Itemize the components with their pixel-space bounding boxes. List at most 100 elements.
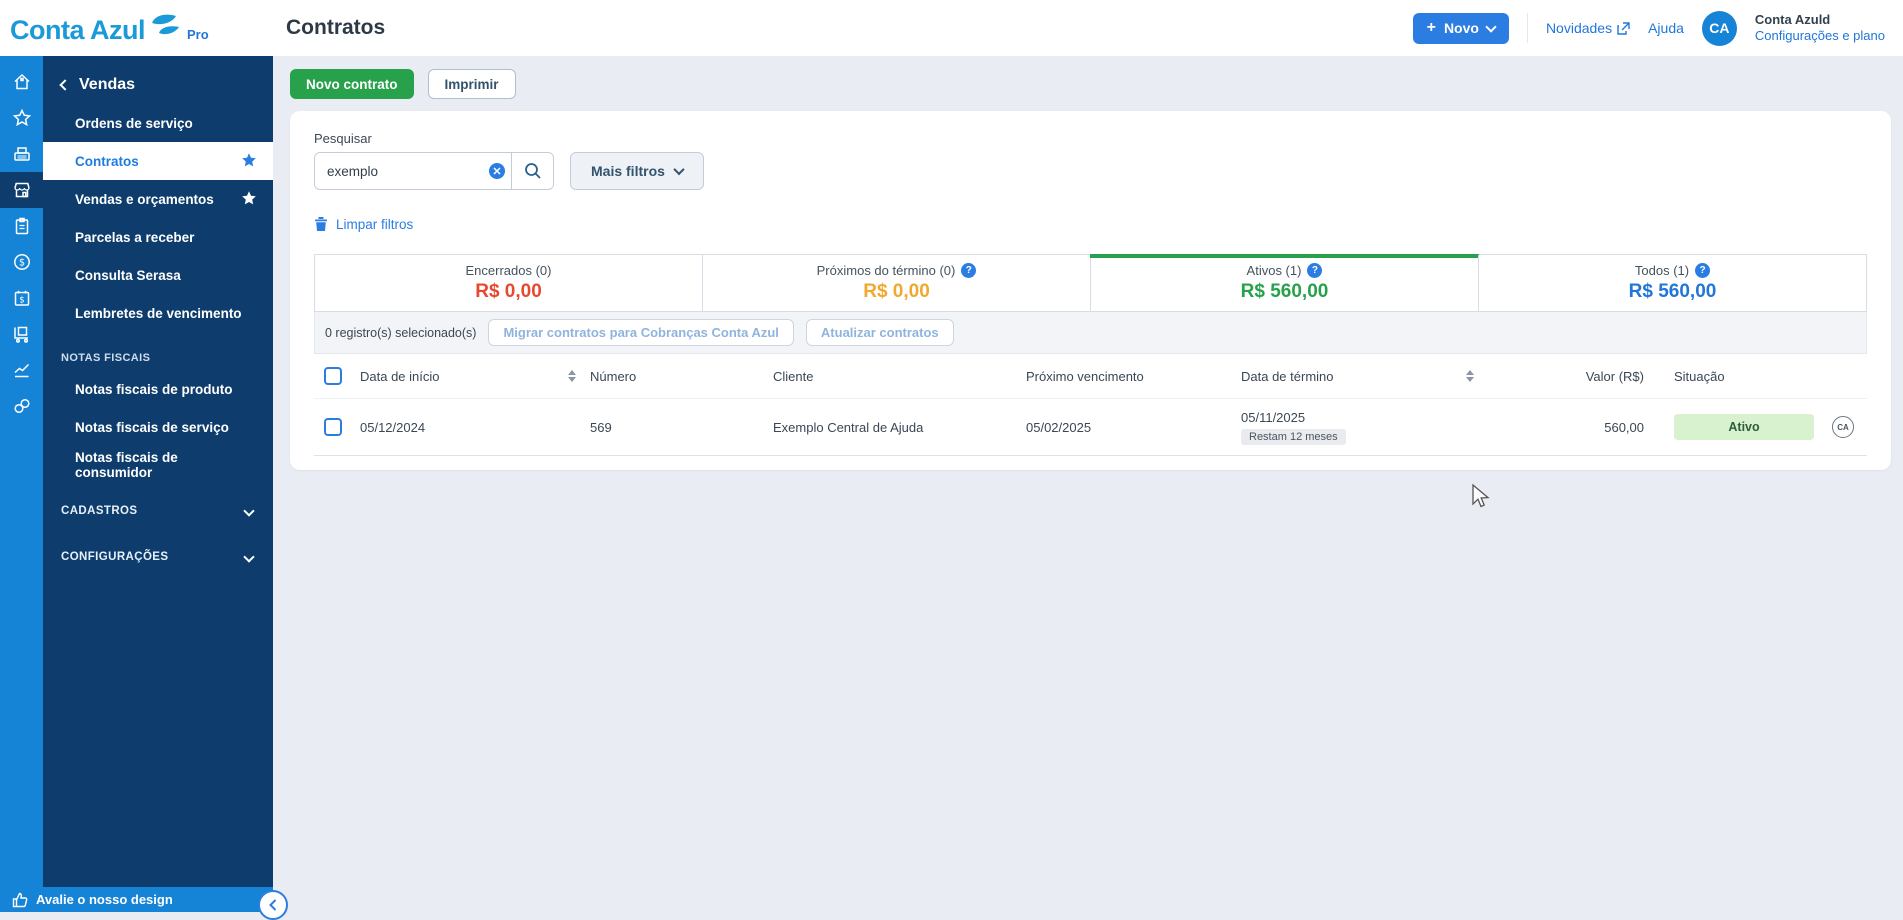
sidebar: $ $ Vendas Ordens de serviço Contratos V… xyxy=(0,56,273,887)
tab-proximos-do-termino[interactable]: Próximos do término (0) ? R$ 0,00 xyxy=(702,255,1090,311)
novidades-link[interactable]: Novidades xyxy=(1546,20,1630,36)
star-filled-icon[interactable] xyxy=(241,190,257,209)
dollar-circle-icon: $ xyxy=(13,254,30,270)
ajuda-link[interactable]: Ajuda xyxy=(1648,20,1684,36)
column-status: Situação xyxy=(1674,368,1725,384)
sidebar-menu: Vendas Ordens de serviço Contratos Venda… xyxy=(43,56,273,887)
sidebar-collapse-button[interactable] xyxy=(258,890,288,920)
cell-next-due: 05/02/2025 xyxy=(1026,419,1092,435)
tab-todos[interactable]: Todos (1) ? R$ 560,00 xyxy=(1478,255,1866,311)
tab-ativos[interactable]: Ativos (1) ? R$ 560,00 xyxy=(1090,254,1479,311)
row-checkbox[interactable] xyxy=(324,418,342,436)
sidebar-item-vendas-e-orcamentos[interactable]: Vendas e orçamentos xyxy=(43,180,273,218)
remaining-months-badge: Restam 12 meses xyxy=(1241,428,1346,445)
rail-item-cash-register[interactable] xyxy=(0,136,43,172)
update-contracts-button[interactable]: Atualizar contratos xyxy=(805,319,954,346)
rail-item-home[interactable] xyxy=(0,64,43,100)
tab-value: R$ 560,00 xyxy=(1628,281,1717,302)
sidebar-item-lembretes-de-vencimento[interactable]: Lembretes de vencimento xyxy=(43,294,273,332)
chevron-down-icon xyxy=(1485,20,1497,33)
status-badge[interactable]: Ativo xyxy=(1674,414,1814,440)
contracts-card: Pesquisar ✕ Mais filtros xyxy=(290,111,1891,470)
help-icon[interactable]: ? xyxy=(1695,263,1711,278)
rail-item-integrations[interactable] xyxy=(0,388,43,424)
clear-filters-link[interactable]: Limpar filtros xyxy=(314,216,413,232)
account-avatar[interactable]: CA xyxy=(1701,10,1737,46)
sidebar-item-contratos[interactable]: Contratos xyxy=(43,142,273,180)
search-icon xyxy=(524,163,541,179)
search-input[interactable] xyxy=(315,153,483,189)
star-filled-icon[interactable] xyxy=(241,152,257,171)
sidebar-item-nf-produto[interactable]: Notas fiscais de produto xyxy=(43,370,273,408)
sidebar-item-nf-servico[interactable]: Notas fiscais de serviço xyxy=(43,408,273,446)
rail-item-favorites[interactable] xyxy=(0,100,43,136)
icon-rail: $ $ xyxy=(0,56,43,887)
rail-item-reports[interactable] xyxy=(0,352,43,388)
filters-row: ✕ Mais filtros xyxy=(314,152,1867,190)
line-chart-icon xyxy=(14,363,29,378)
sidebar-item-nf-consumidor[interactable]: Notas fiscais de consumidor xyxy=(43,446,273,484)
clear-icon: ✕ xyxy=(489,163,505,179)
help-icon[interactable]: ? xyxy=(1307,263,1323,278)
main-content: Novo contrato Imprimir Pesquisar ✕ Mais … xyxy=(273,56,1903,912)
novo-button[interactable]: + Novo xyxy=(1412,12,1509,44)
help-icon[interactable]: ? xyxy=(961,263,977,278)
account-settings-link[interactable]: Configurações e plano xyxy=(1755,28,1885,44)
design-feedback-label: Avalie o nosso design xyxy=(36,892,173,907)
cell-start-date: 05/12/2024 xyxy=(360,419,426,435)
rail-item-purchases[interactable] xyxy=(0,316,43,352)
sidebar-item-label: Consulta Serasa xyxy=(75,267,181,283)
sidebar-item-parcelas-a-receber[interactable]: Parcelas a receber xyxy=(43,218,273,256)
menu-back-vendas[interactable]: Vendas xyxy=(43,68,273,104)
column-end-date: Data de término xyxy=(1241,368,1334,384)
sidebar-item-consulta-serasa[interactable]: Consulta Serasa xyxy=(43,256,273,294)
tab-label: Ativos (1) xyxy=(1246,263,1302,278)
section-notas-fiscais: NOTAS FISCAIS xyxy=(61,352,151,364)
rail-item-notes[interactable] xyxy=(0,208,43,244)
design-feedback-bar[interactable]: Avalie o nosso design xyxy=(0,887,273,912)
more-filters-button[interactable]: Mais filtros xyxy=(570,152,704,190)
clear-search-button[interactable]: ✕ xyxy=(483,153,511,189)
section-label: CONFIGURAÇÕES xyxy=(61,551,169,563)
search-label: Pesquisar xyxy=(314,131,372,146)
select-all-checkbox[interactable] xyxy=(324,367,342,385)
clear-filters-label: Limpar filtros xyxy=(336,216,414,232)
rail-item-money[interactable]: $ xyxy=(0,244,43,280)
contracts-toolbar: Novo contrato Imprimir xyxy=(290,69,1891,99)
conta-azul-mini-icon[interactable]: CA xyxy=(1832,416,1854,438)
sort-icon[interactable] xyxy=(1466,370,1474,382)
link-icon xyxy=(13,398,30,414)
avatar-initials: CA xyxy=(1709,20,1730,36)
sidebar-section-cadastros[interactable]: CADASTROS xyxy=(43,492,273,530)
search-group: ✕ xyxy=(314,152,554,190)
sort-icon[interactable] xyxy=(568,370,576,382)
section-label: CADASTROS xyxy=(61,505,138,517)
rail-item-store[interactable] xyxy=(0,172,43,208)
sidebar-item-label: Parcelas a receber xyxy=(75,229,195,245)
topbar: Conta Azul Pro Contratos + Novo Novidade… xyxy=(0,0,1903,56)
cart-icon xyxy=(13,326,28,343)
print-button[interactable]: Imprimir xyxy=(427,69,516,99)
chevron-down-icon xyxy=(243,505,255,517)
sidebar-item-ordens-de-servico[interactable]: Ordens de serviço xyxy=(43,104,273,142)
migrate-contracts-button[interactable]: Migrar contratos para Cobranças Conta Az… xyxy=(488,319,794,346)
bulk-actions-bar: 0 registro(s) selecionado(s) Migrar cont… xyxy=(314,312,1867,354)
home-icon xyxy=(13,73,30,90)
logo-text: Conta Azul xyxy=(10,14,145,45)
cell-value: 560,00 xyxy=(1604,419,1644,435)
star-icon xyxy=(12,108,31,127)
tab-encerrados[interactable]: Encerrados (0) R$ 0,00 xyxy=(315,255,702,311)
store-icon xyxy=(13,182,30,198)
account-name: Conta Azuld xyxy=(1754,11,1831,27)
rail-item-billing-calendar[interactable]: $ xyxy=(0,280,43,316)
more-filters-label: Mais filtros xyxy=(591,163,665,179)
calendar-dollar-icon: $ xyxy=(14,290,29,306)
new-contract-button[interactable]: Novo contrato xyxy=(290,69,414,99)
table-row[interactable]: 05/12/2024 569 Exemplo Central de Ajuda … xyxy=(314,398,1867,456)
logo[interactable]: Conta Azul Pro xyxy=(0,13,273,44)
search-button[interactable] xyxy=(511,153,553,189)
sidebar-section-configuracoes[interactable]: CONFIGURAÇÕES xyxy=(43,538,273,576)
chevron-left-icon xyxy=(269,899,277,911)
leaf-icon xyxy=(151,13,181,42)
svg-text:$: $ xyxy=(18,258,24,269)
